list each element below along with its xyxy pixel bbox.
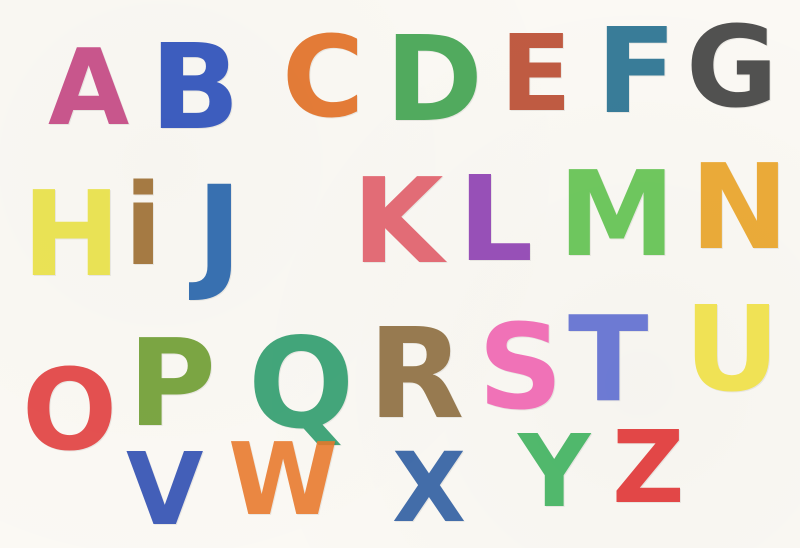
letter-h: H [22,165,121,303]
letter-o: O [22,346,118,476]
letter-w: W [228,421,339,538]
letter-j: J [196,160,243,305]
letter-e: E [500,13,572,135]
letter-c: C [282,13,365,143]
letter-t: T [568,290,649,428]
letter-d: D [385,10,483,148]
watercolor-paper: A B C D E F G H i J K L M N O P Q R S T … [0,0,800,548]
letter-b: B [150,18,240,156]
letter-i: i [124,161,163,291]
letter-p: P [128,315,216,454]
letter-f: F [596,2,677,140]
letter-u: U [684,280,780,418]
letter-a: A [48,27,130,149]
letter-y: Y [518,413,591,530]
letter-m: M [558,145,676,283]
letter-s: S [478,298,563,436]
letter-g: G [686,3,778,133]
letter-r: R [368,302,465,447]
letter-l: L [458,150,534,288]
letter-k: K [352,152,444,290]
letter-z: Z [612,409,685,526]
letter-v: V [126,431,204,548]
letter-n: N [690,138,789,276]
letter-x: X [392,432,467,544]
